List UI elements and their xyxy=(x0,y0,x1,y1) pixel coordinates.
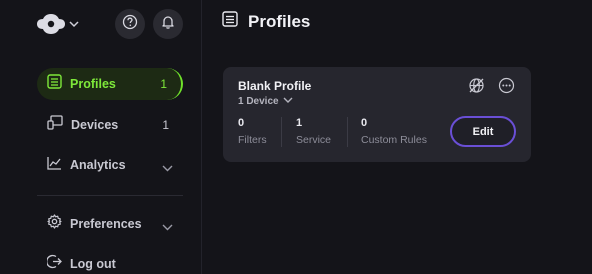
sidebar-item-devices[interactable]: Devices 1 xyxy=(37,109,183,141)
profile-name: Blank Profile xyxy=(238,79,312,93)
vpn-toggle-button[interactable] xyxy=(467,77,485,99)
device-count-dropdown[interactable]: 1 Device xyxy=(238,96,293,107)
notifications-button[interactable] xyxy=(153,9,183,39)
profile-card[interactable]: Blank Profile 1 Device 0 Filters 1 Servi… xyxy=(223,67,531,162)
analytics-icon xyxy=(47,156,62,175)
stat-value: 0 xyxy=(361,117,368,129)
bell-icon xyxy=(160,14,176,35)
stat-custom-rules: 0 Custom Rules xyxy=(361,117,427,146)
logout-icon xyxy=(46,254,62,274)
device-count-label: 1 Device xyxy=(238,96,279,107)
stat-label: Filters xyxy=(238,134,267,146)
chevron-down-icon xyxy=(162,218,173,236)
globe-off-icon xyxy=(468,77,485,99)
stat-value: 0 xyxy=(238,117,245,129)
profiles-icon xyxy=(47,74,62,94)
chevron-down-icon xyxy=(69,20,79,28)
sidebar-item-logout[interactable]: Log out xyxy=(37,248,183,274)
stat-label: Custom Rules xyxy=(361,134,427,146)
sidebar-item-analytics[interactable]: Analytics xyxy=(37,149,183,181)
stat-divider xyxy=(281,117,282,147)
sidebar-divider xyxy=(37,195,183,196)
stat-divider xyxy=(347,117,348,147)
chevron-down-icon xyxy=(162,159,173,177)
sidebar-item-label: Profiles xyxy=(70,77,116,91)
stat-filters: 0 Filters xyxy=(238,117,267,146)
more-options-button[interactable] xyxy=(497,77,515,99)
profiles-icon xyxy=(222,11,238,32)
help-button[interactable] xyxy=(115,9,145,39)
sidebar: Profiles 1 Devices 1 Analytics Preferenc… xyxy=(0,0,202,274)
sidebar-topbar xyxy=(36,9,186,39)
more-horizontal-icon xyxy=(498,77,515,99)
help-icon xyxy=(122,14,138,35)
sidebar-item-count: 1 xyxy=(160,77,167,91)
sidebar-item-preferences[interactable]: Preferences xyxy=(37,208,183,240)
sidebar-item-count: 1 xyxy=(162,118,169,132)
sidebar-item-profiles[interactable]: Profiles 1 xyxy=(37,68,183,100)
page-header: Profiles xyxy=(222,11,310,32)
sidebar-item-label: Devices xyxy=(71,118,119,132)
page-title: Profiles xyxy=(248,11,311,31)
sidebar-item-label: Preferences xyxy=(70,217,142,231)
gear-icon xyxy=(47,214,62,234)
devices-icon xyxy=(47,115,63,135)
stat-label: Service xyxy=(296,134,332,146)
rose-logo-icon xyxy=(36,13,66,35)
sidebar-item-label: Analytics xyxy=(70,158,126,172)
stat-service: 1 Service xyxy=(296,117,331,146)
edit-button[interactable]: Edit xyxy=(450,116,516,147)
stat-value: 1 xyxy=(296,117,303,129)
logo-menu[interactable] xyxy=(36,12,80,36)
chevron-down-icon xyxy=(283,96,293,107)
sidebar-item-label: Log out xyxy=(70,257,116,271)
